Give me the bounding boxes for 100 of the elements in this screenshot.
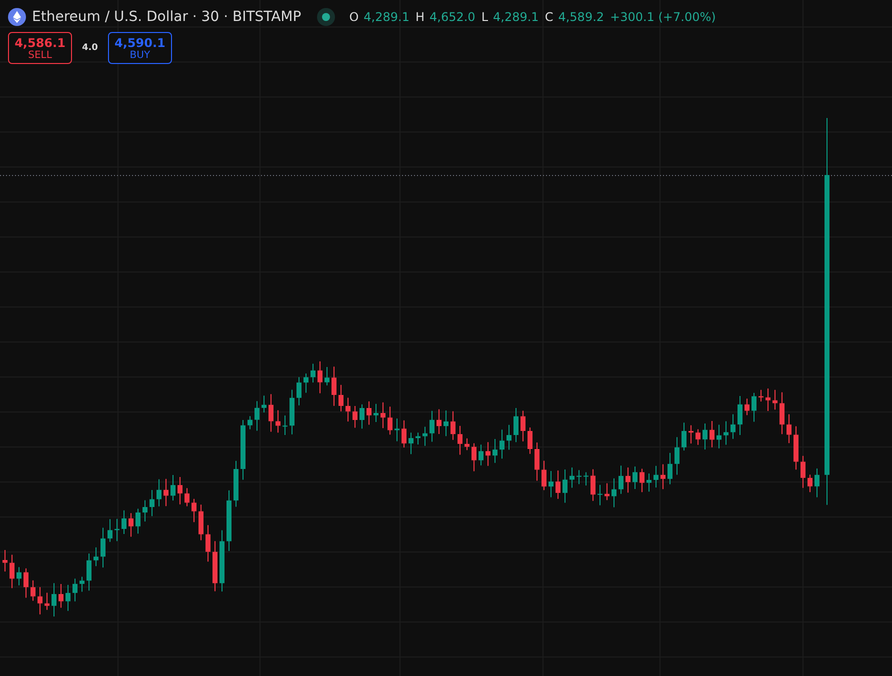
candle — [318, 360, 322, 394]
candle — [780, 392, 784, 435]
ohlc-label: L — [481, 10, 488, 24]
candle — [598, 484, 602, 506]
candle — [192, 498, 196, 523]
candle — [744, 398, 750, 416]
candle — [24, 568, 28, 598]
candle — [758, 389, 764, 402]
candle — [584, 472, 588, 486]
buy-button[interactable]: 4,590.1 BUY — [108, 32, 172, 64]
candle — [478, 444, 484, 466]
candle — [772, 389, 778, 410]
candle — [10, 554, 14, 589]
candle — [394, 418, 400, 442]
candle — [374, 403, 378, 423]
symbol-title[interactable]: Ethereum / U.S. Dollar · 30 · BITSTAMP — [32, 9, 302, 25]
candle — [514, 408, 518, 443]
candle — [794, 426, 798, 470]
candle — [268, 394, 274, 432]
candle — [58, 584, 64, 608]
candle — [604, 482, 610, 501]
candle — [38, 586, 42, 615]
candle — [66, 584, 70, 612]
candle — [282, 415, 288, 436]
candle — [128, 512, 134, 538]
candle — [240, 419, 246, 480]
candle — [724, 420, 728, 446]
candle — [72, 578, 78, 602]
candle — [534, 442, 540, 482]
candle — [310, 363, 316, 384]
candle — [380, 402, 386, 429]
candle — [254, 400, 260, 432]
ohlc-label: C — [544, 10, 554, 24]
candle — [618, 465, 624, 494]
candle — [408, 432, 414, 455]
ohlc-value: 4,289.1 — [364, 10, 410, 24]
candle — [570, 467, 574, 488]
ohlc-value: 4,589.2 — [558, 10, 604, 24]
candle — [304, 373, 308, 394]
candle — [800, 455, 806, 488]
candle — [206, 524, 210, 562]
candle — [814, 468, 820, 498]
candle — [430, 410, 434, 442]
candle — [100, 527, 106, 568]
candle — [142, 500, 148, 522]
candle — [682, 422, 686, 451]
candle — [360, 404, 364, 430]
candle — [464, 438, 470, 451]
candle — [674, 436, 680, 476]
candle — [164, 478, 168, 507]
price-change: +300.1 (+7.00%) — [610, 10, 716, 24]
candle — [716, 424, 722, 449]
candle — [150, 490, 154, 517]
candle — [416, 432, 420, 445]
candle — [654, 465, 658, 488]
candle — [808, 474, 812, 493]
candle — [30, 580, 36, 602]
candle — [562, 468, 568, 504]
candle — [752, 392, 756, 422]
candle — [786, 414, 792, 444]
candle — [612, 478, 616, 508]
candle — [290, 389, 294, 435]
candle — [528, 426, 532, 454]
candle — [422, 426, 428, 446]
candle — [234, 460, 238, 508]
candle — [212, 540, 218, 592]
candle — [276, 410, 280, 434]
candle — [262, 395, 266, 413]
candle — [108, 518, 112, 542]
ohlc-label: H — [415, 10, 425, 24]
candle — [86, 553, 92, 592]
candle — [500, 429, 504, 460]
candle — [16, 566, 22, 586]
candle — [702, 422, 708, 450]
candle — [486, 442, 490, 466]
candle — [450, 410, 456, 440]
candle — [184, 488, 190, 507]
market-status-icon — [317, 8, 336, 26]
candle — [632, 466, 638, 490]
candle — [730, 414, 736, 440]
candle — [366, 400, 372, 426]
candle — [44, 592, 50, 610]
candle — [80, 576, 84, 592]
candle — [556, 470, 560, 500]
candle — [114, 518, 120, 542]
candle — [136, 508, 140, 534]
candle — [688, 424, 694, 444]
candle — [492, 438, 498, 464]
candle — [576, 470, 582, 485]
candle — [388, 406, 392, 436]
candle — [178, 476, 182, 505]
candle — [542, 460, 546, 491]
candle — [766, 388, 770, 412]
sell-button[interactable]: 4,586.1 SELL — [8, 32, 72, 64]
ohlc-value: 4,652.0 — [430, 10, 476, 24]
candle — [324, 366, 330, 386]
spread-value: 4.0 — [82, 43, 98, 53]
ohlc-label: O — [349, 10, 359, 24]
candle — [668, 452, 672, 485]
candle — [332, 366, 336, 406]
